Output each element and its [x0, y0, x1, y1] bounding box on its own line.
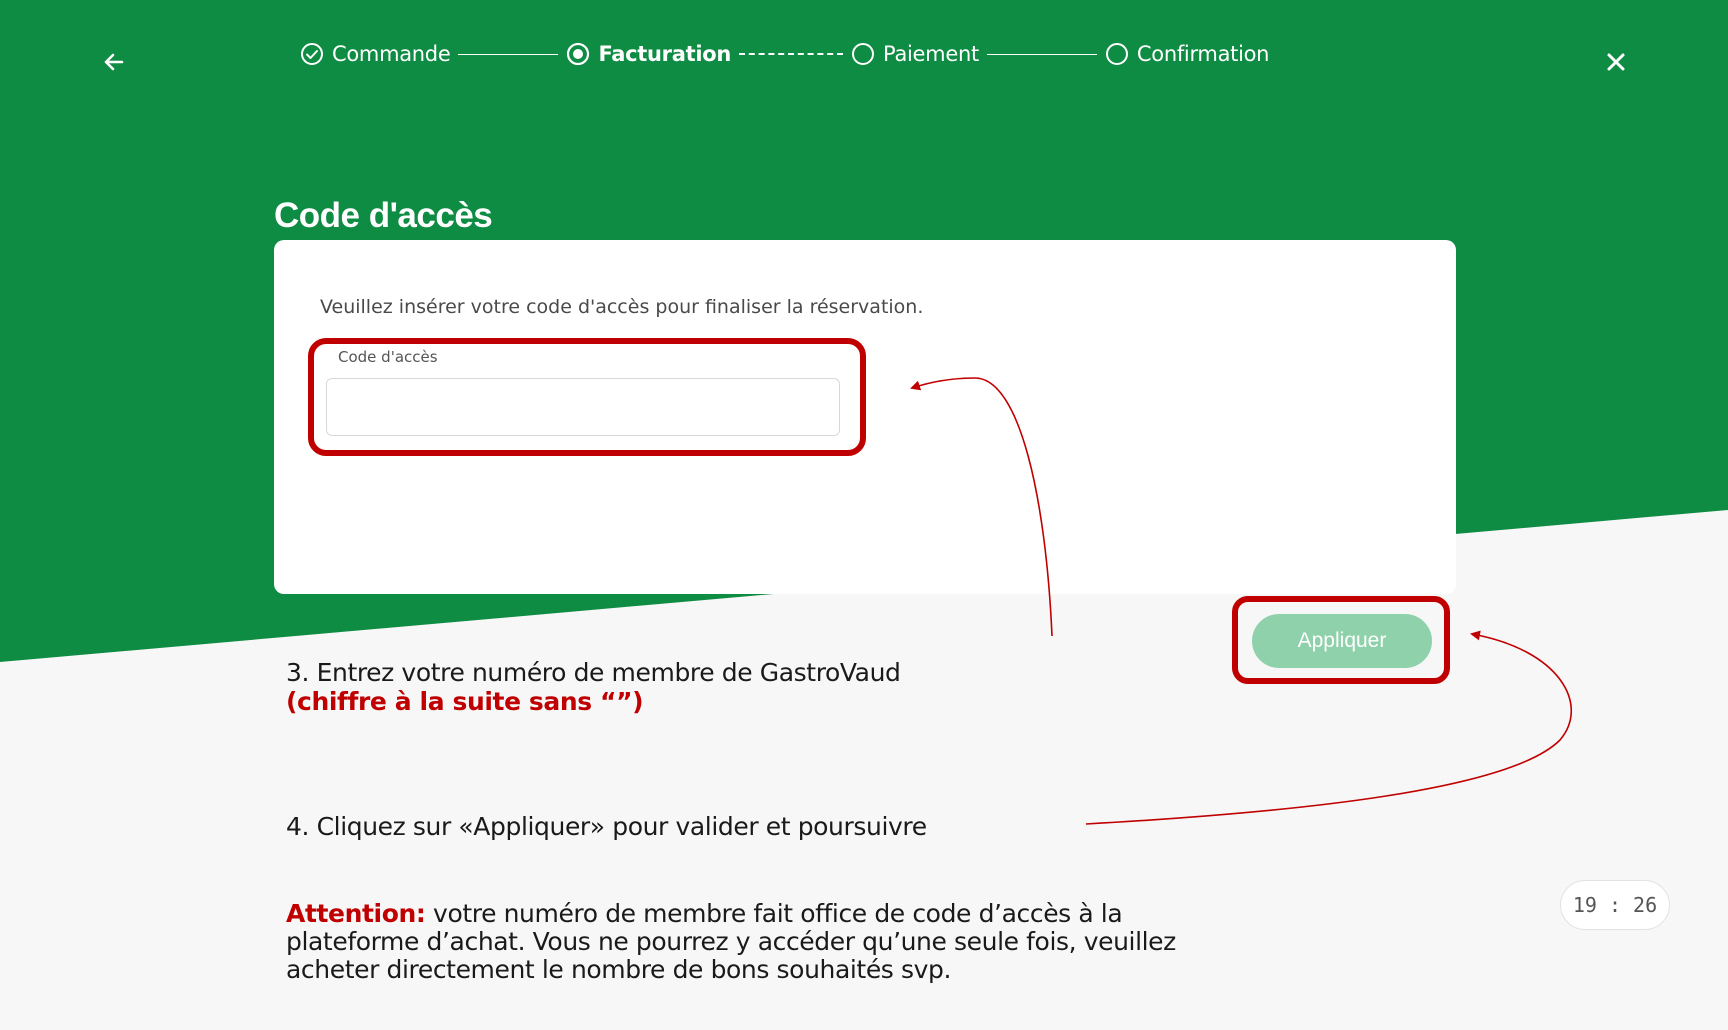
step-connector: [986, 53, 1097, 55]
attention-label: Attention:: [286, 899, 426, 928]
arrow-left-icon: [104, 53, 124, 71]
back-button[interactable]: [96, 44, 132, 80]
step-connector: [739, 53, 844, 55]
circle-icon: [1105, 43, 1128, 65]
step-facturation[interactable]: Facturation: [566, 42, 731, 66]
step-label: Facturation: [598, 42, 732, 66]
step-label: Confirmation: [1136, 42, 1270, 66]
apply-button[interactable]: Appliquer: [1252, 614, 1432, 668]
section-title: Code d'accès: [274, 196, 493, 235]
checkout-stepper: Commande Facturation Paiement Confirmati…: [300, 36, 1269, 72]
instruction-step-3-text: 3. Entrez votre numéro de membre de Gast…: [286, 658, 901, 687]
check-circle-icon: [301, 43, 323, 65]
step-commande[interactable]: Commande: [300, 42, 451, 66]
step-label: Paiement: [883, 42, 979, 66]
session-timer: 19 : 26: [1560, 880, 1670, 930]
close-button[interactable]: [1598, 44, 1634, 80]
access-code-card: Veuillez insérer votre code d'accès pour…: [274, 240, 1456, 594]
step-connector: [458, 53, 559, 55]
instruction-step-3-note: (chiffre à la suite sans “”): [286, 687, 644, 716]
step-paiement[interactable]: Paiement: [851, 42, 979, 66]
circle-icon: [852, 43, 875, 65]
access-code-label: Code d'accès: [338, 348, 438, 366]
close-icon: [1607, 53, 1625, 71]
instruction-step-3: 3. Entrez votre numéro de membre de Gast…: [286, 658, 901, 716]
step-label: Commande: [332, 42, 451, 66]
attention-note: Attention: votre numéro de membre fait o…: [286, 900, 1206, 984]
card-description: Veuillez insérer votre code d'accès pour…: [320, 296, 924, 318]
radio-filled-icon: [567, 42, 590, 66]
instruction-step-4: 4. Cliquez sur «Appliquer» pour valider …: [286, 812, 927, 841]
access-code-input[interactable]: [326, 378, 840, 436]
step-confirmation[interactable]: Confirmation: [1105, 42, 1269, 66]
